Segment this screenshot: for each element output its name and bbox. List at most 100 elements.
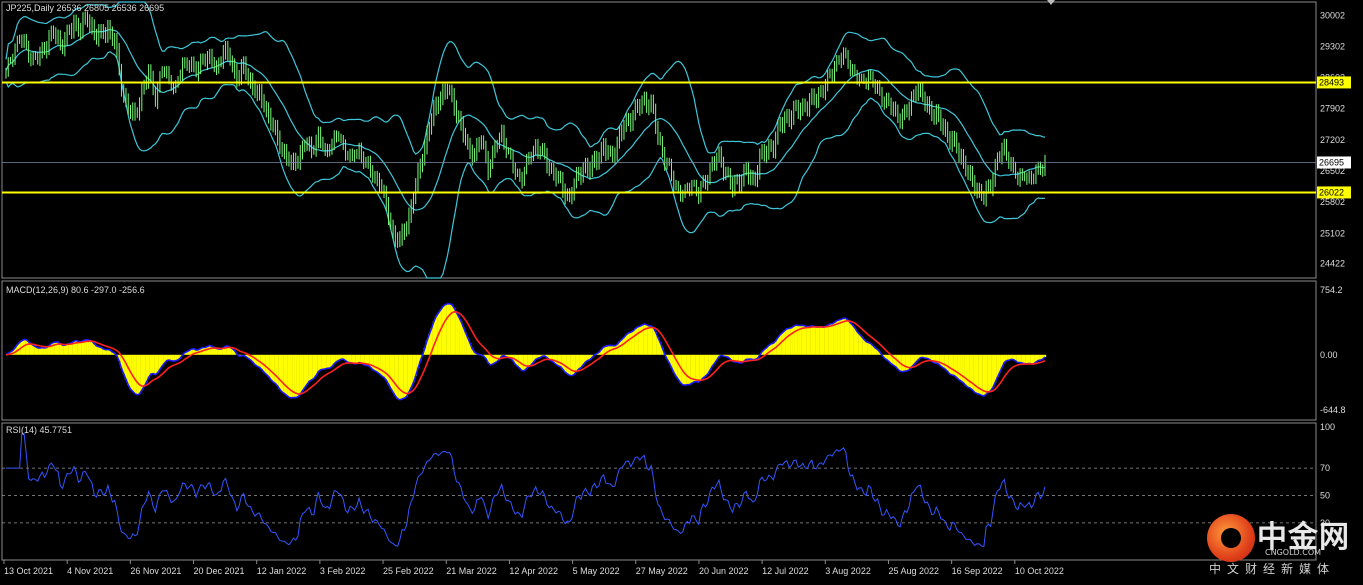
macd-histogram-bar [957,354,961,380]
macd-histogram-bar [853,327,857,355]
bollinger-middle-line [5,28,1046,211]
macd-histogram-bar [527,354,531,367]
time-axis-tick: 21 Mar 2022 [446,566,497,576]
macd-histogram-bar [649,325,653,355]
macd-histogram-bar [638,326,642,355]
macd-histogram-bar [409,354,413,388]
macd-histogram-bar [154,354,157,375]
macd-histogram-bar [36,347,39,355]
macd-histogram-bar [559,354,562,367]
time-axis-tick: 20 Jun 2022 [699,566,749,576]
macd-histogram-bar [351,354,354,364]
macd-histogram-bar [208,345,211,355]
time-axis-tick: 27 May 2022 [636,566,688,576]
macd-histogram-bar [360,354,363,364]
current-price-label: 26695 [1319,157,1344,167]
macd-histogram-bar [629,332,632,355]
macd-histogram-bar [964,354,967,386]
macd-histogram-bar [636,326,639,355]
macd-histogram-bar [1027,354,1031,364]
macd-histogram-bar [323,354,327,369]
macd-histogram-bar [987,354,990,393]
macd-histogram-bar [455,312,458,355]
macd-histogram-bar [68,343,71,355]
trading-chart[interactable]: 3000229302286022790227202265022580225102… [0,0,1363,585]
macd-histogram-bar [305,354,309,385]
macd-histogram-bar [557,354,560,366]
macd-histogram-bar [864,341,868,355]
macd-histogram-bar [792,326,795,355]
time-axis-tick: 16 Sep 2022 [952,566,1003,576]
macd-histogram-bar [61,345,64,355]
watermark-domain: CNGOLD.COM [1265,548,1322,557]
macd-histogram-bar [948,354,952,375]
macd-histogram-bar [299,354,302,395]
macd-histogram-bar [285,354,288,396]
macd-histogram-bar [63,345,67,355]
macd-histogram-bar [371,354,374,370]
macd-histogram-bar [319,354,322,370]
macd-histogram-bar [941,354,945,368]
macd-histogram-bar [267,354,270,377]
macd-histogram-bar [133,354,137,394]
macd-histogram-bar [652,327,655,355]
time-axis-tick: 4 Nov 2021 [67,566,113,576]
macd-histogram-bar [276,354,279,387]
macd-histogram-bar [136,354,139,395]
macd-histogram-bar [219,349,223,355]
macd-histogram-bar [566,354,569,374]
macd-histogram-bar [317,354,320,372]
macd-histogram-bar [903,354,906,372]
macd-histogram-bar [407,354,411,393]
macd-histogram-bar [631,331,635,355]
price-axis-tick: 29302 [1320,41,1345,51]
chart-canvas[interactable]: 3000229302286022790227202265022580225102… [0,0,1363,585]
price-panel-label: JP225,Daily 26536 26805 26536 26695 [6,3,165,13]
macd-histogram-bar [692,354,696,382]
macd-histogram-bar [31,345,35,355]
macd-histogram-bar [441,306,445,355]
macd-histogram-bar [1021,354,1024,363]
macd-histogram-bar [1030,354,1033,364]
price-axis-tick: 25802 [1320,197,1345,207]
time-axis-tick: 12 Jul 2022 [762,566,809,576]
time-axis-tick: 10 Oct 2022 [1015,566,1064,576]
macd-histogram-bar [568,354,571,376]
macd-histogram-bar [348,354,352,363]
macd-histogram-bar [821,327,825,355]
macd-axis-tick: 0.00 [1320,350,1338,360]
macd-histogram-bar [373,354,377,371]
macd-histogram-bar [677,354,680,380]
macd-histogram-bar [835,320,838,355]
macd-histogram-bar [817,326,820,355]
macd-histogram-bar [394,354,397,396]
macd-histogram-bar [45,347,48,355]
macd-histogram-bar [860,336,863,355]
macd-histogram-bar [452,307,456,355]
time-axis-tick: 13 Oct 2021 [4,566,53,576]
macd-histogram-bar [781,332,784,355]
macd-histogram-bar [819,326,823,355]
macd-histogram-bar [828,324,832,355]
price-axis-tick: 27202 [1320,135,1345,145]
macd-histogram-bar [984,354,988,395]
macd-histogram-bar [815,327,818,355]
macd-histogram-bar [647,325,651,355]
macd-histogram-bar [443,304,447,355]
macd-histogram-bar [274,354,277,384]
macd-histogram-bar [704,354,707,377]
macd-histogram-bar [783,330,786,355]
macd-histogram-bar [1025,354,1029,364]
macd-histogram-bar [570,354,574,376]
macd-histogram-bar [788,328,791,355]
macd-histogram-bar [321,354,325,370]
macd-histogram-bar [622,337,626,355]
macd-histogram-bar [994,354,997,383]
macd-histogram-bar [25,339,28,355]
macd-histogram-bar [851,325,854,355]
macd-histogram-bar [287,354,291,398]
macd-histogram-bar [523,354,526,371]
macd-histogram-bar [391,354,395,393]
macd-histogram-bar [833,322,836,355]
macd-histogram-bar [310,354,313,380]
